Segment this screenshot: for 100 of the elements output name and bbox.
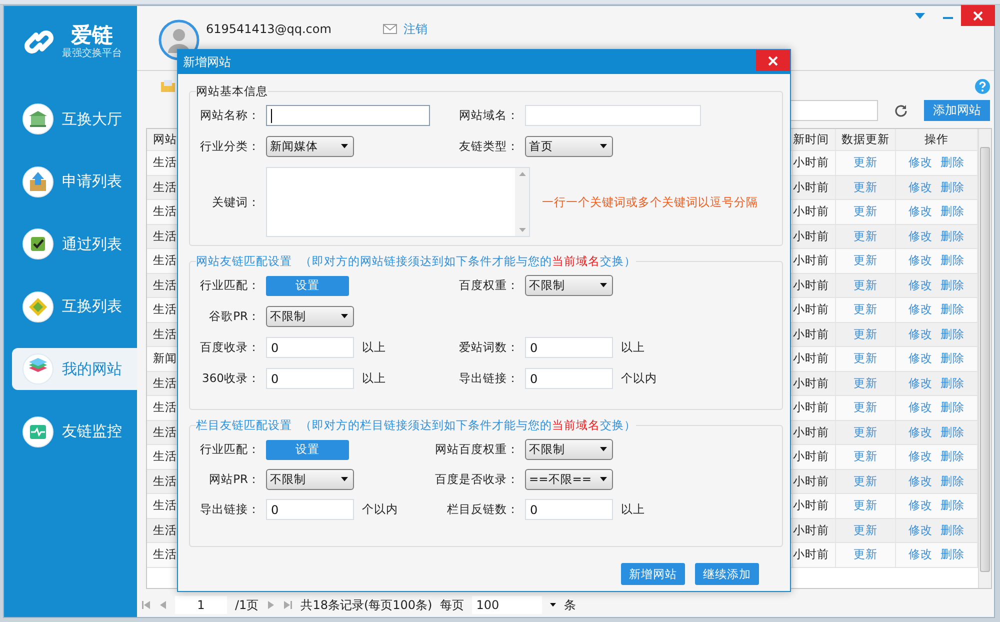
dropdown[interactable]: ==不限== <box>525 469 613 490</box>
update-link[interactable]: 更新 <box>854 253 878 268</box>
dialog-button[interactable]: 继续添加 <box>695 563 759 585</box>
nav-item[interactable]: 友链监控 <box>12 410 137 452</box>
action-link[interactable]: 修改 <box>908 522 932 538</box>
action-link[interactable]: 修改 <box>908 204 932 220</box>
action-link[interactable]: 删除 <box>940 400 964 416</box>
dropdown[interactable]: 新闻媒体 <box>266 136 354 157</box>
text-field[interactable]: 0 <box>525 499 613 520</box>
update-link[interactable]: 更新 <box>854 498 878 514</box>
action-link[interactable]: 删除 <box>940 326 964 342</box>
keywords-field[interactable] <box>266 167 530 237</box>
action-link[interactable]: 修改 <box>908 376 932 391</box>
action-link[interactable]: 删除 <box>940 180 964 195</box>
update-link[interactable]: 更新 <box>854 351 878 366</box>
text-field[interactable] <box>266 105 430 126</box>
field-label: 行业匹配： <box>199 278 260 293</box>
action-link[interactable]: 删除 <box>940 522 964 538</box>
next-page-icon[interactable] <box>266 600 275 610</box>
action-link[interactable]: 修改 <box>908 547 932 562</box>
nav-item[interactable]: 互换列表 <box>12 286 137 328</box>
action-link[interactable]: 修改 <box>908 302 932 318</box>
record-summary: 共18条记录(每页100条) <box>300 596 432 614</box>
dropdown[interactable]: 不限制 <box>266 469 354 490</box>
action-link[interactable]: 删除 <box>940 376 964 391</box>
action-link[interactable]: 删除 <box>940 278 964 293</box>
table-cell: 小时前 <box>793 494 836 518</box>
unit-label: 个以内 <box>621 371 657 386</box>
text-field[interactable]: 0 <box>266 499 354 520</box>
dropdown-icon[interactable] <box>915 12 925 18</box>
action-link[interactable]: 修改 <box>908 474 932 489</box>
refresh-icon[interactable] <box>894 104 908 118</box>
update-link[interactable]: 更新 <box>854 278 878 293</box>
update-link[interactable]: 更新 <box>854 449 878 464</box>
nav-item[interactable]: 申请列表 <box>12 160 137 202</box>
action-link[interactable]: 修改 <box>908 155 932 170</box>
text-field[interactable]: 0 <box>525 337 613 358</box>
update-link[interactable]: 更新 <box>854 155 878 170</box>
nav-item[interactable]: 我的网站 <box>12 348 137 390</box>
action-link[interactable]: 删除 <box>940 424 964 440</box>
action-link[interactable]: 删除 <box>940 253 964 268</box>
action-link[interactable]: 修改 <box>908 326 932 342</box>
first-page-icon[interactable] <box>141 600 151 610</box>
action-link[interactable]: 修改 <box>908 351 932 366</box>
text-field[interactable]: 0 <box>266 368 354 389</box>
last-page-icon[interactable] <box>282 600 293 610</box>
search-field[interactable] <box>788 100 878 121</box>
update-link[interactable]: 更新 <box>854 424 878 440</box>
update-link[interactable]: 更新 <box>854 228 878 244</box>
dropdown[interactable]: 不限制 <box>525 275 613 296</box>
dialog-button[interactable]: 新增网站 <box>621 563 685 585</box>
action-link[interactable]: 修改 <box>908 180 932 195</box>
action-link[interactable]: 修改 <box>908 424 932 440</box>
action-link[interactable]: 删除 <box>940 204 964 220</box>
settings-button[interactable]: 设置 <box>266 440 349 460</box>
action-link[interactable]: 修改 <box>908 400 932 416</box>
action-link[interactable]: 修改 <box>908 228 932 244</box>
scroll-down-icon[interactable] <box>518 228 526 232</box>
add-site-button[interactable]: 添加网站 <box>924 100 990 121</box>
scrollbar[interactable] <box>978 129 991 588</box>
action-link[interactable]: 删除 <box>940 351 964 366</box>
update-link[interactable]: 更新 <box>854 400 878 416</box>
prev-page-icon[interactable] <box>159 600 167 610</box>
update-link[interactable]: 更新 <box>854 547 878 562</box>
update-link[interactable]: 更新 <box>854 326 878 342</box>
action-link[interactable]: 删除 <box>940 498 964 514</box>
table-cell: 小时前 <box>793 151 836 174</box>
update-link[interactable]: 更新 <box>854 180 878 195</box>
action-link[interactable]: 删除 <box>940 155 964 170</box>
action-link[interactable]: 修改 <box>908 253 932 268</box>
action-link[interactable]: 删除 <box>940 547 964 562</box>
dropdown[interactable]: 不限制 <box>525 439 613 460</box>
update-link[interactable]: 更新 <box>854 474 878 489</box>
table-cell: 小时前 <box>793 470 836 493</box>
text-field[interactable]: 0 <box>525 368 613 389</box>
update-link[interactable]: 更新 <box>854 302 878 318</box>
page-field[interactable]: 1 <box>175 596 227 614</box>
action-link[interactable]: 修改 <box>908 498 932 514</box>
help-icon[interactable] <box>975 78 990 94</box>
layers-icon <box>22 353 54 385</box>
logout-link[interactable]: 注销 <box>403 20 428 38</box>
nav-item[interactable]: 通过列表 <box>12 223 137 265</box>
nav-item[interactable]: 互换大厅 <box>12 98 137 140</box>
update-link[interactable]: 更新 <box>854 522 878 538</box>
update-link[interactable]: 更新 <box>854 376 878 391</box>
settings-button[interactable]: 设置 <box>266 276 349 296</box>
action-link[interactable]: 删除 <box>940 474 964 489</box>
action-link[interactable]: 修改 <box>908 278 932 293</box>
action-link[interactable]: 删除 <box>940 228 964 244</box>
dropdown[interactable]: 不限制 <box>266 306 354 327</box>
update-link[interactable]: 更新 <box>854 204 878 220</box>
per-page-dropdown[interactable]: 100 <box>472 596 542 614</box>
hint-text: 一行一个关键词或多个关键词以逗号分隔 <box>542 194 758 210</box>
close-button[interactable] <box>961 5 995 26</box>
action-link[interactable]: 删除 <box>940 302 964 318</box>
close-button[interactable] <box>756 50 790 71</box>
dropdown[interactable]: 首页 <box>525 136 613 157</box>
action-link[interactable]: 删除 <box>940 449 964 464</box>
text-field[interactable]: 0 <box>266 337 354 358</box>
action-link[interactable]: 修改 <box>908 449 932 464</box>
